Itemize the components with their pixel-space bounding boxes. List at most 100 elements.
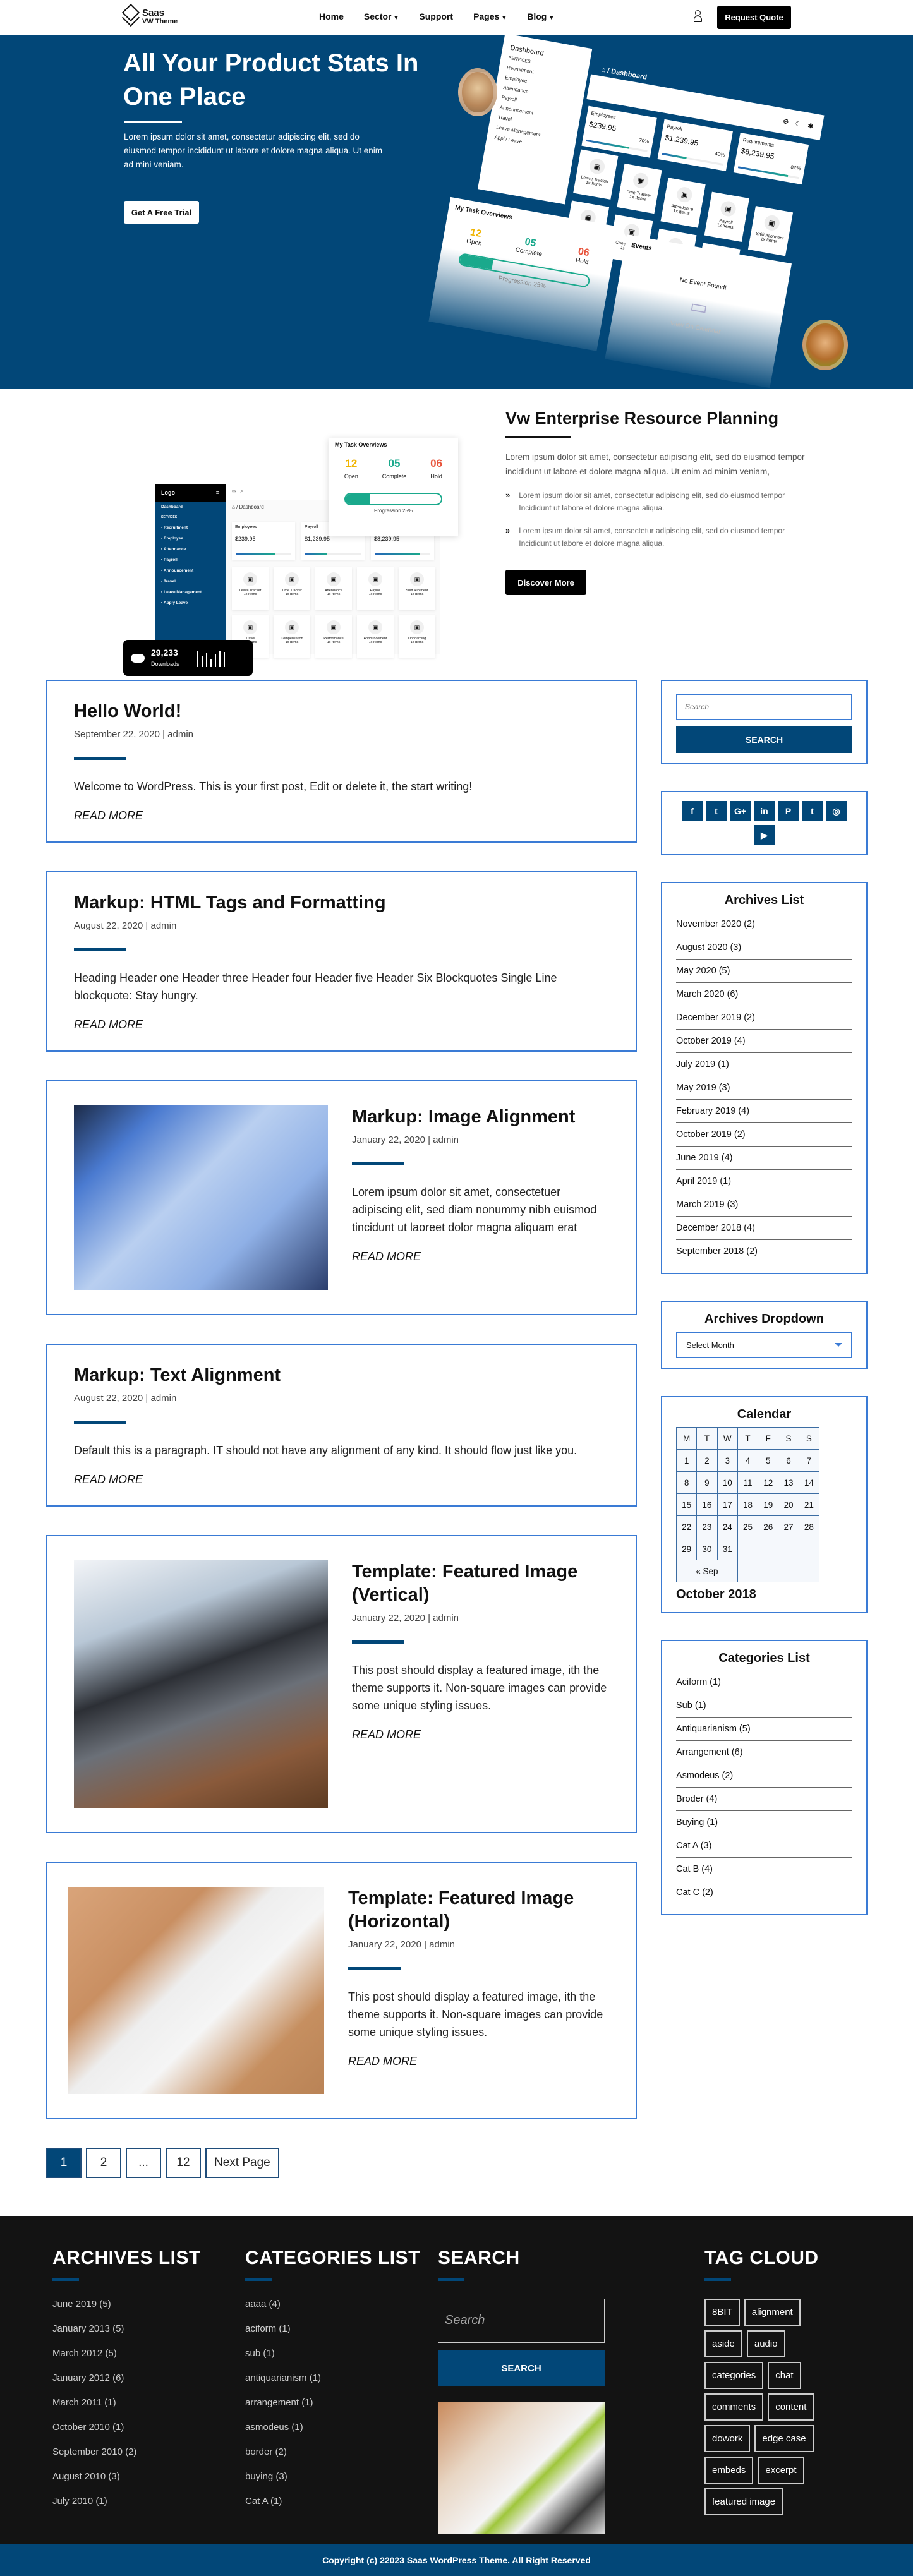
tag-link[interactable]: featured image (704, 2488, 783, 2515)
youtube-icon[interactable]: ▶ (754, 825, 775, 845)
footer-category-link[interactable]: asmodeus (1) (245, 2422, 420, 2433)
category-link[interactable]: Antiquarianism (5) (676, 1718, 852, 1741)
post-thumbnail[interactable] (74, 1105, 328, 1290)
next-page-button[interactable]: Next Page (205, 2148, 279, 2178)
footer-archive-link[interactable]: August 2010 (3) (52, 2471, 201, 2482)
tag-link[interactable]: aside (704, 2330, 742, 2357)
category-link[interactable]: Cat B (4) (676, 1858, 852, 1881)
search-input[interactable] (676, 694, 852, 720)
category-link[interactable]: Buying (1) (676, 1811, 852, 1834)
post-thumbnail[interactable] (68, 1887, 324, 2094)
archive-link[interactable]: October 2019 (4) (676, 1030, 852, 1053)
post-title[interactable]: Hello World! (74, 700, 609, 723)
read-more-link[interactable]: READ MORE (74, 809, 143, 822)
archive-link[interactable]: May 2019 (3) (676, 1076, 852, 1100)
archive-link[interactable]: May 2020 (5) (676, 960, 852, 983)
archive-link[interactable]: June 2019 (4) (676, 1147, 852, 1170)
footer-category-link[interactable]: antiquarianism (1) (245, 2373, 420, 2383)
category-link[interactable]: Asmodeus (2) (676, 1764, 852, 1788)
facebook-icon[interactable]: f (682, 801, 703, 821)
tag-link[interactable]: audio (746, 2330, 785, 2357)
footer-archive-link[interactable]: September 2010 (2) (52, 2447, 201, 2457)
tag-link[interactable]: chat (768, 2362, 801, 2389)
archive-link[interactable]: December 2018 (4) (676, 1217, 852, 1240)
post-title[interactable]: Markup: Text Alignment (74, 1364, 609, 1387)
nav-pages[interactable]: Pages ▼ (473, 11, 507, 21)
post-title[interactable]: Template: Featured Image (Horizontal) (348, 1887, 609, 1934)
instagram-icon[interactable]: ◎ (826, 801, 847, 821)
tag-link[interactable]: embeds (704, 2457, 754, 2484)
footer-archive-link[interactable]: March 2011 (1) (52, 2397, 201, 2408)
read-more-link[interactable]: READ MORE (352, 1728, 421, 1742)
site-logo[interactable]: Saas VW Theme (121, 3, 178, 28)
footer-category-link[interactable]: aciform (1) (245, 2323, 420, 2334)
pinterest-icon[interactable]: P (778, 801, 799, 821)
month-select[interactable]: Select Month (676, 1332, 852, 1358)
user-icon[interactable] (693, 10, 702, 23)
tag-link[interactable]: edge case (754, 2425, 814, 2452)
footer-archive-link[interactable]: June 2019 (5) (52, 2299, 201, 2309)
footer-archive-link[interactable]: January 2012 (6) (52, 2373, 201, 2383)
tag-link[interactable]: content (768, 2393, 814, 2421)
category-link[interactable]: Arrangement (6) (676, 1741, 852, 1764)
page-1-button[interactable]: 1 (46, 2148, 82, 2178)
twitter-icon[interactable]: t (706, 801, 727, 821)
footer-search-button[interactable]: SEARCH (438, 2350, 605, 2386)
nav-sector[interactable]: Sector ▼ (364, 11, 399, 21)
archive-link[interactable]: September 2018 (2) (676, 1240, 852, 1263)
tag-link[interactable]: excerpt (758, 2457, 804, 2484)
archive-link[interactable]: October 2019 (2) (676, 1123, 852, 1147)
tag-link[interactable]: dowork (704, 2425, 751, 2452)
footer-category-link[interactable]: sub (1) (245, 2348, 420, 2359)
discover-more-button[interactable]: Discover More (505, 570, 586, 595)
archive-link[interactable]: December 2019 (2) (676, 1006, 852, 1030)
free-trial-button[interactable]: Get A Free Trial (124, 201, 199, 224)
footer-archive-link[interactable]: July 2010 (1) (52, 2496, 201, 2507)
search-button[interactable]: SEARCH (676, 726, 852, 753)
tag-link[interactable]: categories (704, 2362, 764, 2389)
page-12-button[interactable]: 12 (166, 2148, 201, 2178)
category-link[interactable]: Broder (4) (676, 1788, 852, 1811)
archive-link[interactable]: April 2019 (1) (676, 1170, 852, 1193)
read-more-link[interactable]: READ MORE (74, 1473, 143, 1486)
archive-link[interactable]: March 2019 (3) (676, 1193, 852, 1217)
request-quote-button[interactable]: Request Quote (717, 6, 791, 29)
archive-link[interactable]: March 2020 (6) (676, 983, 852, 1006)
footer-archive-link[interactable]: January 2013 (5) (52, 2323, 201, 2334)
category-link[interactable]: Cat C (2) (676, 1881, 852, 1904)
archive-link[interactable]: August 2020 (3) (676, 936, 852, 960)
calendar-prev-link[interactable]: « Sep (676, 1560, 738, 1582)
nav-support[interactable]: Support (419, 11, 453, 21)
footer-archive-link[interactable]: October 2010 (1) (52, 2422, 201, 2433)
read-more-link[interactable]: READ MORE (352, 1250, 421, 1263)
footer-search-input[interactable]: Search (438, 2299, 605, 2343)
read-more-link[interactable]: READ MORE (348, 2055, 417, 2068)
post-title[interactable]: Markup: HTML Tags and Formatting (74, 891, 609, 915)
nav-home[interactable]: Home (319, 11, 344, 21)
footer-category-link[interactable]: buying (3) (245, 2471, 420, 2482)
footer-category-link[interactable]: border (2) (245, 2447, 420, 2457)
tile-icon: ▣ (243, 572, 257, 586)
tag-link[interactable]: alignment (744, 2299, 801, 2326)
post-title[interactable]: Markup: Image Alignment (352, 1105, 609, 1129)
read-more-link[interactable]: READ MORE (74, 1018, 143, 1032)
post-thumbnail[interactable] (74, 1560, 328, 1808)
archive-link[interactable]: July 2019 (1) (676, 1053, 852, 1076)
page-2-button[interactable]: 2 (86, 2148, 121, 2178)
category-link[interactable]: Cat A (3) (676, 1834, 852, 1858)
google-plus-icon[interactable]: G+ (730, 801, 751, 821)
archive-link[interactable]: November 2020 (2) (676, 913, 852, 936)
tag-link[interactable]: 8BIT (704, 2299, 740, 2326)
tumblr-icon[interactable]: t (802, 801, 823, 821)
archive-link[interactable]: February 2019 (4) (676, 1100, 852, 1123)
post-title[interactable]: Template: Featured Image (Vertical) (352, 1560, 609, 1607)
category-link[interactable]: Aciform (1) (676, 1671, 852, 1694)
category-link[interactable]: Sub (1) (676, 1694, 852, 1718)
nav-blog[interactable]: Blog ▼ (527, 11, 554, 21)
footer-archive-link[interactable]: March 2012 (5) (52, 2348, 201, 2359)
footer-category-link[interactable]: arrangement (1) (245, 2397, 420, 2408)
footer-category-link[interactable]: Cat A (1) (245, 2496, 420, 2507)
linkedin-icon[interactable]: in (754, 801, 775, 821)
footer-category-link[interactable]: aaaa (4) (245, 2299, 420, 2309)
tag-link[interactable]: comments (704, 2393, 764, 2421)
